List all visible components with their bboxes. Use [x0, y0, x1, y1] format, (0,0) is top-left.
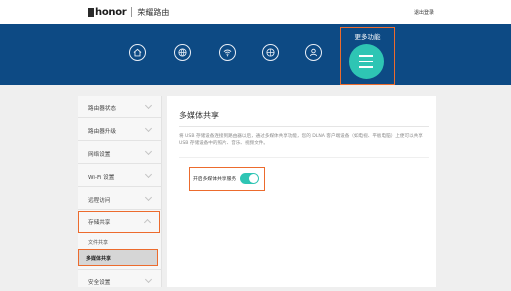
chevron-down-icon [144, 147, 153, 156]
chevron-down-icon [144, 170, 153, 179]
sidebar-item-label: 远程访问 [88, 198, 111, 204]
sidebar-item-label: 网络设置 [88, 152, 111, 158]
sidebar-item-router-status[interactable]: 路由器状态 [78, 96, 162, 118]
top-bar: honor 荣耀路由 退出登录 [0, 0, 511, 24]
sidebar-item-label: 安全设置 [88, 280, 111, 286]
brand-logo: honor [95, 6, 127, 18]
network-globe-icon[interactable] [262, 44, 279, 61]
brand: honor 荣耀路由 [88, 5, 169, 19]
chevron-up-icon [143, 218, 152, 227]
page-title: 多媒体共享 [179, 111, 219, 120]
home-icon[interactable] [129, 44, 146, 61]
chevron-down-icon [144, 193, 153, 202]
main-nav [0, 24, 511, 85]
sidebar-item-network-settings[interactable]: 网络设置 [78, 142, 162, 164]
main-content: 多媒体共享 将 USB 存储设备连接到路由器以后，通过多媒体共享功能，您的 DL… [167, 96, 436, 287]
section-divider [179, 157, 429, 158]
logout-link[interactable]: 退出登录 [414, 9, 434, 16]
media-sharing-toggle[interactable] [240, 173, 259, 184]
user-icon[interactable] [305, 44, 322, 61]
chevron-down-icon [144, 124, 153, 133]
media-sharing-toggle-row: 开启多媒体共享服务 [189, 167, 265, 191]
sidebar-item-label: Wi-Fi 设置 [88, 175, 115, 181]
product-name: 荣耀路由 [137, 7, 170, 17]
sidebar-item-label: 路由器状态 [88, 106, 116, 112]
sidebar-item-label: 路由器升级 [88, 129, 116, 135]
more-features[interactable]: 更多功能 [340, 27, 395, 85]
menu-icon[interactable] [349, 44, 384, 79]
more-features-label: 更多功能 [354, 33, 381, 41]
sidebar-item-storage-sharing[interactable]: 存储共享 [78, 211, 160, 233]
chevron-down-icon [144, 101, 153, 110]
chevron-down-icon [144, 275, 153, 284]
sidebar-item-wifi-settings[interactable]: Wi-Fi 设置 [78, 165, 162, 187]
brand-mark-icon [88, 7, 94, 17]
title-divider [179, 126, 429, 127]
internet-globe-icon[interactable] [174, 44, 191, 61]
sidebar-item-remote-access[interactable]: 远程访问 [78, 188, 162, 210]
sidebar-item-label: 存储共享 [88, 220, 111, 226]
brand-divider [131, 7, 133, 17]
sidebar-item-security[interactable]: 安全设置 [78, 269, 162, 291]
sidebar-item-router-upgrade[interactable]: 路由器升级 [78, 119, 162, 141]
wifi-icon[interactable] [219, 44, 236, 61]
sidebar-subitem-media-sharing[interactable]: 多媒体共享 [78, 249, 158, 266]
page-description: 将 USB 存储设备连接到路由器以后，通过多媒体共享功能，您的 DLNA 客户端… [179, 134, 423, 146]
sidebar-subitem-file-sharing[interactable]: 文件共享 [88, 239, 108, 246]
sidebar-subitem-label: 多媒体共享 [86, 256, 112, 262]
toggle-label: 开启多媒体共享服务 [193, 177, 237, 182]
toggle-knob [249, 174, 258, 183]
